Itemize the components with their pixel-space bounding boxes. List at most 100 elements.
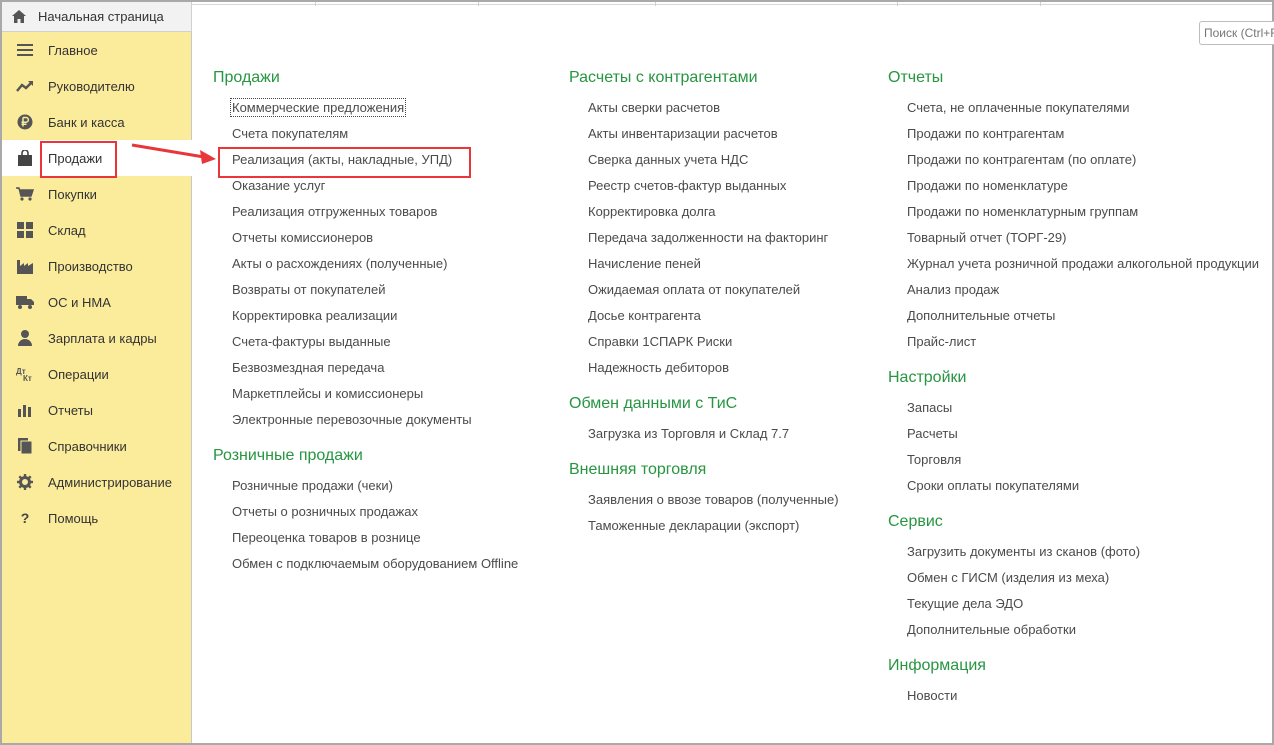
nav-link[interactable]: Справки 1СПАРК Риски [569, 333, 839, 359]
sidebar-item-admin[interactable]: Администрирование [2, 464, 192, 500]
sidebar-item-warehouse[interactable]: Склад [2, 212, 192, 248]
nav-link[interactable]: Реализация отгруженных товаров [213, 203, 518, 229]
nav-link[interactable]: Электронные перевозочные документы [213, 411, 518, 437]
nav-link[interactable]: Новости [888, 687, 1259, 713]
nav-link-label: Продажи по номенклатурным группам [907, 204, 1139, 219]
nav-link[interactable]: Анализ продаж [888, 281, 1259, 307]
nav-link[interactable]: Отчеты о розничных продажах [213, 503, 518, 529]
nav-link[interactable]: Маркетплейсы и комиссионеры [213, 385, 518, 411]
sidebar-item-label: Главное [48, 42, 98, 58]
nav-link[interactable]: Прайс-лист [888, 333, 1259, 359]
section-title: Обмен данными с ТиС [569, 395, 738, 412]
nav-link-label: Отчеты о розничных продажах [232, 504, 418, 519]
nav-link[interactable]: Дополнительные отчеты [888, 307, 1259, 333]
nav-link[interactable]: Корректировка долга [569, 203, 839, 229]
nav-link[interactable]: Загрузка из Торговля и Склад 7.7 [569, 425, 839, 451]
warehouse-icon [16, 221, 34, 239]
nav-link[interactable]: Продажи по контрагентам (по оплате) [888, 151, 1259, 177]
nav-link[interactable]: Коммерческие предложения [213, 98, 518, 125]
home-tab-label: Начальная страница [38, 9, 164, 24]
nav-link-label: Электронные перевозочные документы [232, 412, 472, 427]
nav-link-label: Досье контрагента [588, 308, 701, 323]
sidebar-item-catalogs[interactable]: Справочники [2, 428, 192, 464]
shopping-bag-icon [16, 149, 34, 167]
sidebar-item-label: Руководителю [48, 78, 135, 94]
nav-link[interactable]: Продажи по контрагентам [888, 125, 1259, 151]
sidebar-item-reports[interactable]: Отчеты [2, 392, 192, 428]
nav-link[interactable]: Реестр счетов-фактур выданных [569, 177, 839, 203]
nav-link[interactable]: Надежность дебиторов [569, 359, 839, 385]
nav-link[interactable]: Счета, не оплаченные покупателями [888, 99, 1259, 125]
nav-link[interactable]: Передача задолженности на факторинг [569, 229, 839, 255]
nav-link[interactable]: Оказание услуг [213, 177, 518, 203]
search-input[interactable] [1199, 21, 1274, 45]
nav-link-label: Безвозмездная передача [232, 360, 385, 375]
nav-link[interactable]: Досье контрагента [569, 307, 839, 333]
cart-icon [16, 185, 34, 203]
nav-link[interactable]: Акты сверки расчетов [569, 99, 839, 125]
nav-link-label: Счета, не оплаченные покупателями [907, 100, 1130, 115]
nav-link[interactable]: Счета покупателям [213, 125, 518, 151]
column-settlements: Расчеты с контрагентами Акты сверки расче… [569, 66, 839, 543]
nav-link[interactable]: Обмен с подключаемым оборудованием Offli… [213, 555, 518, 581]
sidebar-item-label: Отчеты [48, 402, 93, 418]
nav-link[interactable]: Розничные продажи (чеки) [213, 477, 518, 503]
sidebar-item-label: ОС и НМА [48, 294, 111, 310]
sidebar-item-purchases[interactable]: Покупки [2, 176, 192, 212]
gear-icon [16, 473, 34, 491]
nav-link[interactable]: Таможенные декларации (экспорт) [569, 517, 839, 543]
sidebar-item-bank[interactable]: Банк и касса [2, 104, 192, 140]
nav-link[interactable]: Акты инвентаризации расчетов [569, 125, 839, 151]
nav-link[interactable]: Продажи по номенклатурным группам [888, 203, 1259, 229]
sidebar-item-operations[interactable]: Дт Кт Операции [2, 356, 192, 392]
nav-link[interactable]: Безвозмездная передача [213, 359, 518, 385]
nav-link[interactable]: Торговля [888, 451, 1259, 477]
nav-link-label: Акты о расхождениях (полученные) [232, 256, 448, 271]
nav-link[interactable]: Заявления о ввозе товаров (полученные) [569, 491, 839, 517]
section-title: Сервис [888, 513, 943, 530]
section-title: Настройки [888, 369, 967, 386]
sidebar-item-assets[interactable]: ОС и НМА [2, 284, 192, 320]
nav-link-label: Надежность дебиторов [588, 360, 730, 375]
nav-link[interactable]: Отчеты комиссионеров [213, 229, 518, 255]
nav-link[interactable]: Акты о расхождениях (полученные) [213, 255, 518, 281]
nav-link[interactable]: Переоценка товаров в рознице [213, 529, 518, 555]
nav-link[interactable]: Запасы [888, 399, 1259, 425]
nav-link[interactable]: Счета-фактуры выданные [213, 333, 518, 359]
nav-link[interactable]: Возвраты от покупателей [213, 281, 518, 307]
nav-link[interactable]: Реализация (акты, накладные, УПД) [213, 151, 518, 177]
nav-link-label: Коммерческие предложения [229, 98, 407, 117]
nav-link[interactable]: Сверка данных учета НДС [569, 151, 839, 177]
column-sales: Продажи Коммерческие предложения Счета пок… [213, 66, 518, 581]
nav-link[interactable]: Обмен с ГИСМ (изделия из меха) [888, 569, 1259, 595]
nav-link-label: Прайс-лист [907, 334, 977, 349]
nav-link-label: Ожидаемая оплата от покупателей [588, 282, 801, 297]
sidebar-item-manager[interactable]: Руководителю [2, 68, 192, 104]
nav-link[interactable]: Начисление пеней [569, 255, 839, 281]
nav-link-label: Запасы [907, 400, 953, 415]
nav-link[interactable]: Продажи по номенклатуре [888, 177, 1259, 203]
nav-link[interactable]: Дополнительные обработки [888, 621, 1259, 647]
truck-icon [16, 293, 34, 311]
trend-icon [16, 77, 34, 95]
sidebar-item-label: Справочники [48, 438, 127, 454]
nav-link[interactable]: Корректировка реализации [213, 307, 518, 333]
nav-link[interactable]: Журнал учета розничной продажи алкогольн… [888, 255, 1259, 281]
nav-link[interactable]: Сроки оплаты покупателями [888, 477, 1259, 503]
home-icon [12, 10, 26, 23]
nav-link[interactable]: Загрузить документы из сканов (фото) [888, 543, 1259, 569]
nav-link-label: Начисление пеней [588, 256, 701, 271]
nav-link[interactable]: Расчеты [888, 425, 1259, 451]
nav-link-label: Дополнительные обработки [907, 622, 1076, 637]
sidebar-item-help[interactable]: ? Помощь [2, 500, 192, 536]
sidebar-item-main[interactable]: Главное [2, 32, 192, 68]
nav-link[interactable]: Текущие дела ЭДО [888, 595, 1259, 621]
nav-link-label: Сверка данных учета НДС [588, 152, 749, 167]
nav-link[interactable]: Ожидаемая оплата от покупателей [569, 281, 839, 307]
nav-link-label: Новости [907, 688, 958, 703]
sidebar-item-production[interactable]: Производство [2, 248, 192, 284]
sidebar-item-salary[interactable]: Зарплата и кадры [2, 320, 192, 356]
home-tab[interactable]: Начальная страница [2, 2, 192, 32]
nav-link[interactable]: Товарный отчет (ТОРГ-29) [888, 229, 1259, 255]
nav-link-label: Обмен с ГИСМ (изделия из меха) [907, 570, 1110, 585]
